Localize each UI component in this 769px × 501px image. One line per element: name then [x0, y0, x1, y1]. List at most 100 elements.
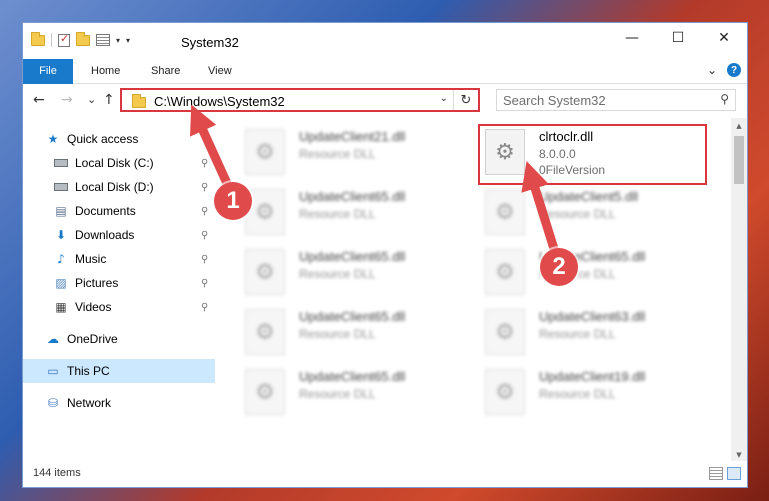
sidebar-item-label: Local Disk (D:)	[75, 180, 154, 194]
refresh-icon[interactable]: ↻	[453, 90, 478, 110]
status-bar: 144 items	[23, 461, 747, 487]
large-icons-view-icon[interactable]	[727, 467, 741, 480]
pin-icon[interactable]: ⚲	[201, 254, 208, 265]
dll-file-icon: ⚙	[485, 309, 525, 355]
highlight-box-file	[478, 124, 707, 185]
step-badge-2: 2	[540, 248, 578, 286]
search-box[interactable]: Search System32 ⚲	[496, 89, 736, 111]
properties-icon[interactable]	[96, 34, 110, 46]
tab-share[interactable]: Share	[151, 59, 180, 83]
file-item[interactable]: ⚙ UpdateClient65.dll Resource DLL	[233, 243, 463, 299]
sidebar-item-label: Downloads	[75, 228, 135, 242]
file-item[interactable]: ⚙ UpdateClient65.dll Resource DLL	[473, 243, 703, 299]
minimize-button[interactable]: —	[609, 23, 655, 53]
file-item[interactable]: ⚙ UpdateClient65.dll Resource DLL	[233, 363, 463, 419]
file-type: Resource DLL	[539, 387, 616, 401]
search-input[interactable]: Search System32	[503, 93, 606, 108]
scroll-thumb[interactable]	[734, 136, 744, 184]
computer-icon: ▭	[47, 364, 59, 378]
sidebar-item-label: Music	[75, 252, 107, 266]
file-item[interactable]: ⚙ UpdateClient5.dll Resource DLL	[473, 183, 703, 239]
close-button[interactable]: ✕	[701, 23, 747, 53]
sidebar-item-label: Videos	[75, 300, 112, 314]
file-name: UpdateClient19.dll	[539, 369, 646, 384]
pin-icon[interactable]: ⚲	[201, 206, 208, 217]
pin-icon[interactable]: ⚲	[201, 182, 208, 193]
pin-icon[interactable]: ⚲	[201, 158, 208, 169]
item-count: 144 items	[33, 467, 81, 479]
tab-home[interactable]: Home	[91, 59, 120, 83]
customize-toolbar-icon[interactable]: ▾	[116, 36, 120, 45]
file-type: Resource DLL	[299, 267, 376, 281]
sidebar-item[interactable]: ⬇ Downloads ⚲	[23, 223, 215, 247]
toolbar-dropdown-icon[interactable]: ▾	[126, 36, 130, 45]
new-folder-icon[interactable]	[76, 31, 90, 46]
address-text: C:\Windows\System32	[154, 94, 285, 109]
sidebar-item[interactable]: ▨ Pictures ⚲	[23, 271, 215, 295]
sidebar-item[interactable]: ⛁ Network	[23, 391, 215, 415]
file-type: Resource DLL	[539, 207, 616, 221]
sidebar-item[interactable]: ☁ OneDrive	[23, 327, 215, 351]
file-item[interactable]: ⚙ UpdateClient21.dll Resource DLL	[233, 123, 463, 179]
drive-shape	[54, 183, 68, 191]
tab-view[interactable]: View	[208, 59, 232, 83]
dll-file-icon: ⚙	[245, 249, 285, 295]
address-bar[interactable]: C:\Windows\System32 ⌄ ↻	[120, 88, 480, 112]
properties-check-icon[interactable]	[58, 32, 70, 47]
file-type: Resource DLL	[539, 327, 616, 341]
up-button[interactable]: ↑	[103, 92, 115, 108]
sidebar-item[interactable]: ▦ Videos ⚲	[23, 295, 215, 319]
forward-button[interactable]: →	[61, 92, 73, 108]
music-icon: ♪	[57, 252, 65, 266]
download-icon: ⬇	[55, 228, 67, 242]
sidebar-item[interactable]: Local Disk (C:) ⚲	[23, 151, 215, 175]
scroll-up-icon[interactable]: ▲	[731, 118, 747, 134]
toolbar-separator	[51, 33, 52, 47]
ribbon-right: ⌄ ?	[707, 63, 741, 77]
file-type: Resource DLL	[299, 387, 376, 401]
dll-file-icon: ⚙	[245, 309, 285, 355]
address-dropdown-icon[interactable]: ⌄	[440, 93, 448, 104]
sidebar-item-label: Quick access	[67, 132, 139, 146]
maximize-button[interactable]: ☐	[655, 23, 701, 53]
sidebar-item[interactable]: ★ Quick access	[23, 127, 215, 151]
drive-icon	[53, 179, 69, 195]
file-type: Resource DLL	[299, 207, 376, 221]
drive-shape	[54, 159, 68, 167]
sidebar-item-label: This PC	[67, 364, 110, 378]
file-name: UpdateClient21.dll	[299, 129, 406, 144]
navigation-bar: ← → ⌄ ↑ C:\Windows\System32 ⌄ ↻ Search S…	[23, 84, 747, 118]
search-icon: ⚲	[720, 92, 729, 106]
file-item[interactable]: ⚙ UpdateClient19.dll Resource DLL	[473, 363, 703, 419]
sidebar-item[interactable]: ♪ Music ⚲	[23, 247, 215, 271]
pictures-icon: ▨	[55, 276, 67, 290]
help-icon[interactable]: ?	[727, 63, 741, 77]
file-type: Resource DLL	[299, 147, 376, 161]
file-type: Resource DLL	[299, 327, 376, 341]
recent-locations-button[interactable]: ⌄	[87, 93, 96, 106]
details-view-icon[interactable]	[709, 467, 723, 480]
expand-ribbon-icon[interactable]: ⌄	[707, 63, 717, 77]
file-item[interactable]: ⚙ UpdateClient65.dll Resource DLL	[233, 303, 463, 359]
pin-icon[interactable]: ⚲	[201, 230, 208, 241]
file-name: UpdateClient65.dll	[299, 369, 406, 384]
vertical-scrollbar[interactable]: ▲ ▼	[731, 118, 747, 463]
sidebar-item[interactable]: ▭ This PC	[23, 359, 215, 383]
file-item[interactable]: ⚙ UpdateClient65.dll Resource DLL	[233, 183, 463, 239]
title-bar: ▾ ▾ System32 — ☐ ✕	[23, 23, 747, 59]
file-name: UpdateClient65.dll	[299, 189, 406, 204]
pin-icon[interactable]: ⚲	[201, 302, 208, 313]
file-name: UpdateClient65.dll	[299, 249, 406, 264]
explorer-window: ▾ ▾ System32 — ☐ ✕ File Home Share View …	[22, 22, 748, 488]
file-item[interactable]: ⚙ UpdateClient63.dll Resource DLL	[473, 303, 703, 359]
sidebar-item-label: Documents	[75, 204, 136, 218]
back-button[interactable]: ←	[33, 92, 45, 108]
pin-icon[interactable]: ⚲	[201, 278, 208, 289]
drive-icon	[53, 155, 69, 171]
window-controls: — ☐ ✕	[609, 23, 747, 53]
sidebar-item[interactable]: Local Disk (D:) ⚲	[23, 175, 215, 199]
sidebar-item[interactable]: ▤ Documents ⚲	[23, 199, 215, 223]
network-icon: ⛁	[47, 396, 59, 410]
address-folder-icon	[132, 94, 146, 108]
step-badge-1: 1	[214, 182, 252, 220]
